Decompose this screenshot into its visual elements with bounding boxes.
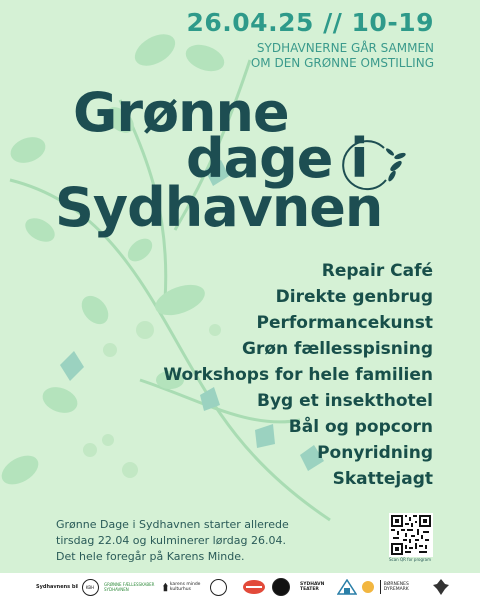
logo-sydhavn-teater: SYDHAVN TEATER	[300, 582, 325, 592]
qr-code-icon	[391, 515, 431, 555]
emblem-icon	[433, 579, 449, 595]
info-line-2: tirsdag 22.04 og kulminerer lørdag 26.04…	[56, 534, 286, 547]
activity-item: Ponyridning	[317, 443, 433, 463]
activity-list: Repair Café Direkte genbrug Performancek…	[163, 258, 433, 492]
logo-kbh-kommune: KBH	[80, 577, 100, 597]
activity-item: Repair Café	[321, 261, 433, 281]
boernenes-dyremark-label: BØRNENES DYREMARK	[383, 582, 409, 592]
crest-icon	[210, 578, 227, 596]
activity-item: Bål og popcorn	[288, 417, 433, 437]
karens-minde-label: karens minde kulturhus	[169, 582, 201, 592]
logo-boernenes-dyremark: BØRNENES DYREMARK	[380, 577, 424, 597]
activity-item: Skattejagt	[332, 469, 433, 489]
activity-item: Workshops for hele familien	[163, 365, 433, 385]
tagline-line-1: SYDHAVNERNE GÅR SAMMEN	[256, 41, 434, 55]
kbh-label: KBH	[85, 584, 95, 590]
logo-groenne-faellesskaber: GRØNNE FÆLLESSKABER SYDHAVNEN	[104, 582, 155, 592]
leaf-ring-icon	[342, 140, 406, 191]
logo-sydhavnens-bibliotek: Sydhavnens bibliotek	[36, 583, 78, 590]
logo-emblem	[432, 577, 452, 597]
sun-icon	[362, 581, 374, 593]
logo-sun	[362, 577, 378, 597]
tagline-line-2: OM DEN GRØNNE OMSTILLING	[250, 56, 434, 70]
karens-minde-icon	[163, 582, 168, 592]
black-circle-icon	[272, 578, 290, 596]
qr-caption: Scan QR for program	[388, 557, 432, 562]
poster: 26.04.25 // 10-19 SYDHAVNERNE GÅR SAMMEN…	[0, 0, 480, 600]
kbh-badge-icon: KBH	[81, 578, 99, 596]
logo-building	[337, 577, 359, 597]
activity-item: Performancekunst	[256, 313, 433, 333]
activity-item: Grøn fællesspisning	[242, 339, 433, 359]
logo-black-circle	[272, 577, 294, 597]
activity-item: Byg et insekthotel	[257, 391, 433, 411]
event-date: 26.04.25 // 10-19	[186, 8, 434, 37]
activity-item: Direkte genbrug	[275, 287, 433, 307]
logo-sydhavnen-red	[242, 577, 266, 597]
qr-code[interactable]	[389, 513, 433, 557]
divider	[380, 580, 381, 594]
info-line-3: Det hele foregår på Karens Minde.	[56, 550, 245, 563]
event-tagline: SYDHAVNERNE GÅR SAMMEN OM DEN GRØNNE OMS…	[251, 41, 434, 71]
logo-crest	[210, 577, 230, 597]
event-info: Grønne Dage i Sydhavnen starter allerede…	[56, 517, 356, 565]
building-icon	[337, 579, 357, 595]
title-line-3: Sydhavnen	[55, 176, 383, 239]
sponsor-footer: Sydhavnens bibliotek KBH GRØNNE FÆLLESSK…	[0, 573, 480, 600]
info-line-1: Grønne Dage i Sydhavnen starter allerede	[56, 518, 289, 531]
red-badge-icon	[243, 580, 265, 594]
logo-karens-minde: karens minde kulturhus	[163, 577, 207, 597]
